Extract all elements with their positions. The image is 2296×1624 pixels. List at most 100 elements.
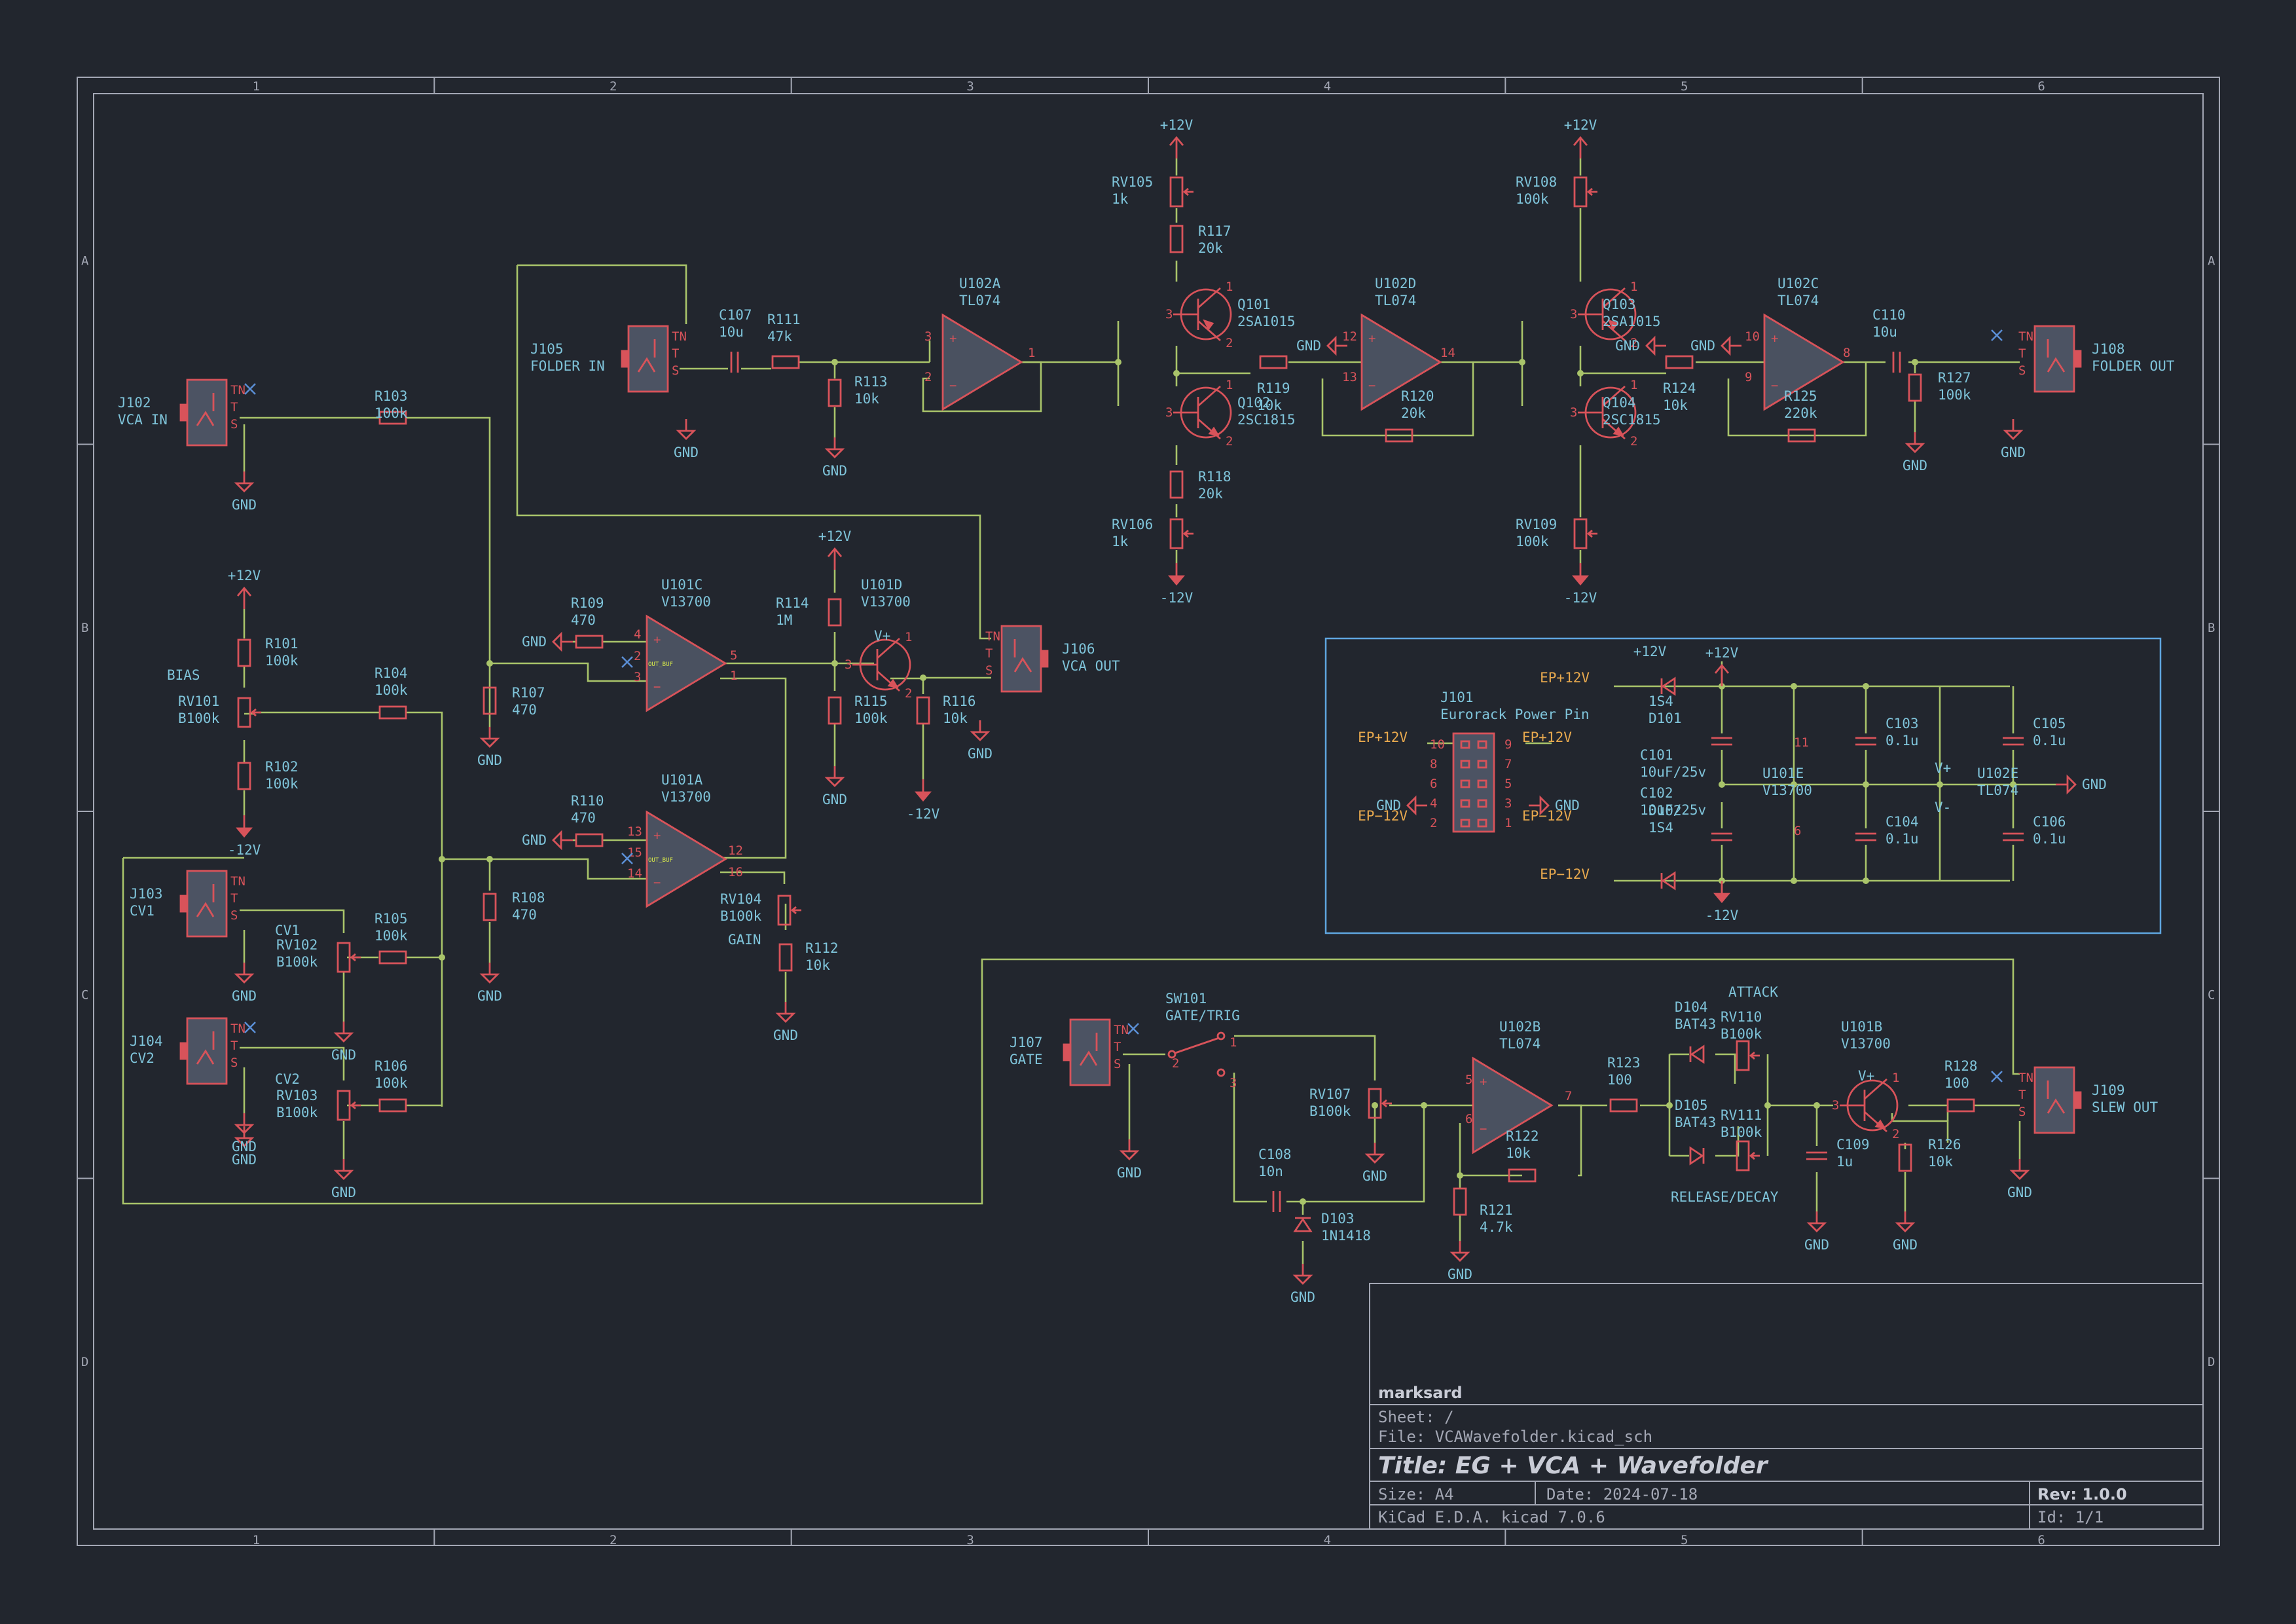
jack-j109[interactable]: TN TS bbox=[1991, 1066, 2082, 1134]
rail-label: -12V bbox=[1564, 590, 1597, 606]
value-u101d: V13700 bbox=[861, 594, 911, 610]
gnd-label: GND bbox=[2082, 777, 2107, 792]
ref-rv102: RV102 bbox=[276, 937, 318, 953]
capacitor-c104 bbox=[1855, 832, 1876, 841]
jack-j106[interactable]: TN TS bbox=[985, 625, 1049, 693]
value-rv104: B100k bbox=[720, 908, 762, 924]
value-c101: 10uF/25v bbox=[1640, 764, 1706, 780]
jack-j108[interactable]: TN TS bbox=[1991, 325, 2082, 393]
capacitor-c102 bbox=[1711, 832, 1732, 841]
grid-row-label: C bbox=[81, 987, 88, 1002]
value-d101: D101 bbox=[1649, 710, 1682, 726]
switch-sw101[interactable]: 2 1 3 bbox=[1167, 1031, 1237, 1090]
ground-symbol bbox=[1119, 1139, 1140, 1160]
capacitor-c103 bbox=[1855, 737, 1876, 746]
junction-dot bbox=[1457, 1172, 1463, 1179]
pot-rv101 bbox=[237, 697, 261, 728]
ref-sw101: SW101 bbox=[1165, 991, 1207, 1006]
gnd-label: GND bbox=[1893, 1237, 1918, 1253]
value-rv102: B100k bbox=[276, 954, 318, 970]
revision: Rev: 1.0.0 bbox=[2037, 1485, 2127, 1504]
value-r121: 4.7k bbox=[1480, 1219, 1513, 1235]
svg-text:2: 2 bbox=[1630, 434, 1637, 449]
attack-label: ATTACK bbox=[1728, 984, 1778, 1000]
junction-dot bbox=[439, 856, 445, 862]
junction-dot bbox=[1719, 781, 1725, 788]
ground-symbol bbox=[1449, 1241, 1470, 1262]
gnd-label: GND bbox=[1903, 458, 1927, 473]
ref-r105: R105 bbox=[374, 911, 408, 927]
ref-j109: J109 bbox=[2092, 1082, 2125, 1098]
value-d103: 1N1418 bbox=[1321, 1228, 1371, 1244]
gnd-label: GND bbox=[522, 832, 547, 848]
jack-j105[interactable]: TN TS bbox=[621, 325, 687, 393]
value-r106: 100k bbox=[374, 1075, 408, 1091]
jack-j103[interactable]: TN TS bbox=[179, 870, 246, 938]
pot-rv103 bbox=[337, 1090, 361, 1121]
svg-text:2: 2 bbox=[1172, 1056, 1179, 1071]
resistor-r108 bbox=[483, 893, 497, 921]
svg-text:TN: TN bbox=[672, 329, 687, 344]
ground-symbol bbox=[2003, 419, 2024, 440]
value-r104: 100k bbox=[374, 682, 408, 698]
resistor-r128 bbox=[1946, 1098, 1975, 1113]
gnd-label: GND bbox=[1376, 798, 1401, 813]
gnd-label: GND bbox=[1290, 1289, 1315, 1305]
grid-col-label: 1 bbox=[253, 79, 260, 94]
ref-u102d: U102D bbox=[1375, 276, 1416, 291]
svg-text:8: 8 bbox=[1430, 757, 1437, 771]
value-c102: 10uF/25v bbox=[1640, 802, 1706, 818]
grid-row-label: D bbox=[81, 1355, 88, 1369]
ground-symbol bbox=[552, 631, 573, 652]
pot-rv104 bbox=[777, 895, 801, 926]
ref-r120: R120 bbox=[1401, 388, 1434, 404]
junction-dot bbox=[1813, 1102, 1820, 1109]
gnd-label: GND bbox=[1555, 798, 1580, 813]
svg-text:2: 2 bbox=[1892, 1127, 1899, 1141]
pot-rv105 bbox=[1169, 176, 1194, 208]
ground-symbol bbox=[824, 766, 845, 787]
svg-text:S: S bbox=[2018, 363, 2026, 378]
value-u101e: V13700 bbox=[1762, 783, 1812, 798]
net-label-ep12: EP+12V bbox=[1540, 670, 1590, 686]
resistor-r110 bbox=[575, 833, 604, 847]
value-q104: 2SC1815 bbox=[1603, 412, 1661, 428]
transistor-q101: 3 1 2 bbox=[1165, 280, 1233, 350]
gnd-label: GND bbox=[232, 497, 257, 513]
jack-j107[interactable]: TN TS bbox=[1063, 1018, 1139, 1086]
svg-text:2: 2 bbox=[1430, 816, 1437, 830]
resistor-r109 bbox=[575, 635, 604, 649]
ground-symbol bbox=[479, 727, 500, 748]
value-rv107: B100k bbox=[1309, 1103, 1351, 1119]
value-rv105: 1k bbox=[1112, 191, 1129, 207]
svg-text:15: 15 bbox=[627, 845, 642, 860]
gnd-label: GND bbox=[1117, 1165, 1142, 1181]
svg-text:TN: TN bbox=[2018, 1071, 2033, 1085]
gnd-label: GND bbox=[822, 463, 847, 479]
junction-dot bbox=[486, 660, 493, 667]
gnd-label: GND bbox=[522, 634, 547, 650]
svg-text:−: − bbox=[949, 378, 957, 393]
value-r122: 10k bbox=[1506, 1145, 1531, 1161]
svg-text:1: 1 bbox=[905, 630, 912, 644]
svg-text:16: 16 bbox=[728, 865, 743, 879]
gnd-label: GND bbox=[1690, 338, 1715, 354]
resistor-r114 bbox=[828, 598, 842, 627]
power-header-j101: 10 9 8 7 6 5 4 3 2 1 bbox=[1430, 732, 1512, 833]
value-r107: 470 bbox=[512, 702, 537, 718]
value-r108: 470 bbox=[512, 907, 537, 923]
sheet-id: Id: 1/1 bbox=[2037, 1508, 2104, 1526]
ground-symbol bbox=[1292, 1264, 1313, 1285]
svg-text:1: 1 bbox=[1504, 816, 1512, 830]
vplus-label: V+ bbox=[1858, 1068, 1874, 1084]
minus12v-symbol bbox=[236, 815, 253, 838]
grid-col-label: 3 bbox=[966, 79, 974, 94]
svg-text:3: 3 bbox=[634, 670, 641, 684]
svg-text:1: 1 bbox=[730, 669, 737, 683]
ref-r114: R114 bbox=[776, 595, 809, 611]
ref-j103: J103 bbox=[130, 886, 163, 902]
ref-c103: C103 bbox=[1886, 716, 1919, 731]
value-r126: 10k bbox=[1928, 1154, 1953, 1170]
svg-text:S: S bbox=[1114, 1057, 1121, 1071]
gnd-label: GND bbox=[822, 792, 847, 807]
